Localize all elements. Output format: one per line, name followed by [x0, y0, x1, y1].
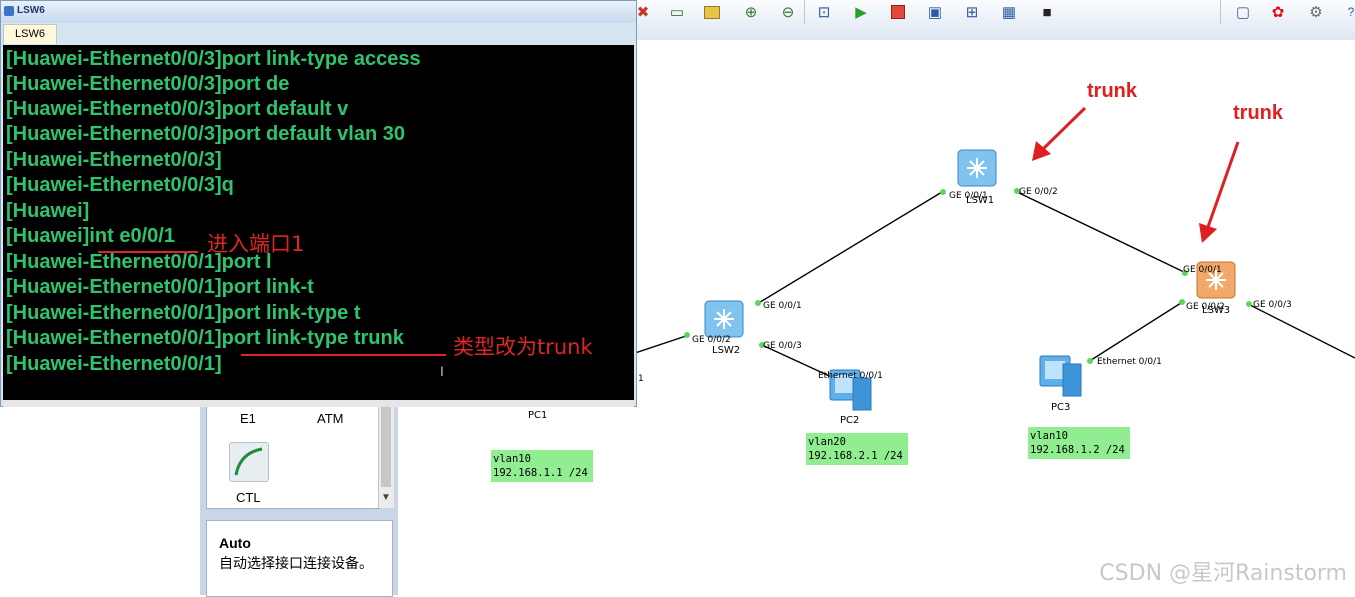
palette-scroll-thumb[interactable]: [381, 402, 391, 487]
start-device-icon[interactable]: ▶: [850, 2, 872, 22]
palette-item-atm[interactable]: ATM: [317, 411, 343, 426]
port-lsw1-ge002: GE 0/0/2: [1019, 187, 1058, 197]
port-lsw3-ge003: GE 0/0/3: [1253, 300, 1292, 310]
underline-int-command: [98, 251, 198, 253]
note-change-type: 类型改为trunk: [453, 335, 593, 359]
pc1-label: PC1: [528, 410, 548, 421]
text-comment-icon[interactable]: ▭: [666, 2, 688, 22]
device-description: Auto 自动选择接口连接设备。: [206, 520, 393, 597]
table-icon[interactable]: ▦: [998, 2, 1020, 22]
console-line: [Huawei-Ethernet0/0/3]: [6, 149, 222, 171]
console-line: [Huawei-Ethernet0/0/3]q: [6, 174, 234, 196]
switch-lsw1-icon: [957, 149, 997, 187]
capture-icon[interactable]: ▣: [924, 2, 946, 22]
console-line: [Huawei-Ethernet0/0/3]port link-type acc…: [6, 48, 421, 70]
vlan-box-pc3: vlan10 192.168.1.2 /24: [1028, 427, 1130, 459]
help-icon[interactable]: ?: [1340, 2, 1355, 22]
device-palette: E1 ATM CTL ▼ Auto 自动选择接口连接设备。: [200, 400, 398, 597]
vlan-box-pc1: vlan10 192.168.1.1 /24: [491, 450, 593, 482]
topology-icon[interactable]: ⊞: [961, 2, 983, 22]
console-line: [Huawei-Ethernet0/0/1]port link-t: [6, 276, 314, 298]
stop-device-icon[interactable]: [887, 2, 909, 22]
console-line: [Huawei-Ethernet0/0/3]port default v: [6, 98, 349, 120]
switch-lsw2-icon: [704, 300, 744, 338]
terminal-window: LSW6 LSW6 [Huawei-Ethernet0/0/3]port lin…: [0, 0, 637, 407]
port-pc3: Ethernet 0/0/1: [1097, 357, 1162, 367]
watermark: CSDN @星河Rainstorm: [1099, 561, 1347, 586]
link-lsw1-lsw3: [1016, 191, 1185, 273]
console-line: [Huawei-Ethernet0/0/1]port link-type tru…: [6, 327, 404, 349]
palette-scrollbar[interactable]: ▼: [378, 400, 394, 508]
palette-list: E1 ATM CTL: [206, 400, 380, 509]
palette-item-e1[interactable]: E1: [240, 411, 256, 426]
console-line: [Huawei-Ethernet0/0/1]port link-type t: [6, 302, 361, 324]
huawei-logo-icon[interactable]: ✿: [1267, 2, 1289, 22]
console-icon[interactable]: ■: [1036, 2, 1058, 22]
settings-icon[interactable]: ⚙: [1305, 2, 1327, 22]
fit-window-icon[interactable]: ⊡: [813, 2, 835, 22]
console-line: [Huawei-Ethernet0/0/3]port default vlan …: [6, 123, 405, 145]
pc3-label: PC3: [1051, 402, 1071, 413]
zoom-out-icon[interactable]: ⊖: [777, 2, 799, 22]
palette-item-ctl[interactable]: CTL: [236, 490, 261, 505]
underline-trunk-command: [241, 354, 446, 356]
ctl-cable-icon[interactable]: [229, 442, 269, 482]
trunk-arrow-1: [1032, 106, 1087, 161]
note-enter-port: 进入端口1: [207, 232, 305, 256]
port-pc1: 1: [638, 374, 644, 384]
link-lsw3-pc3: [1087, 302, 1182, 363]
console-line: [Huawei-Ethernet0/0/1]: [6, 353, 222, 375]
terminal-console[interactable]: [Huawei-Ethernet0/0/3]port link-type acc…: [3, 45, 634, 400]
vlan-box-pc2: vlan20 192.168.2.1 /24: [806, 433, 908, 465]
console-line: [Huawei-Ethernet0/0/3]port de: [6, 73, 290, 95]
port-lsw3-ge001: GE 0/0/1: [1183, 265, 1222, 275]
rectangle-icon[interactable]: [701, 2, 723, 22]
description-text: 自动选择接口连接设备。: [219, 555, 373, 571]
console-line: [Huawei]: [6, 200, 90, 222]
link-lsw3-right: [1247, 303, 1355, 359]
zoom-in-icon[interactable]: ⊕: [740, 2, 762, 22]
scroll-down-icon[interactable]: ▼: [381, 492, 391, 503]
trunk-annotation-2: trunk: [1233, 102, 1283, 124]
text-cursor-icon: I: [440, 363, 444, 379]
lsw2-label: LSW2: [712, 345, 741, 356]
port-lsw2-ge002: GE 0/0/2: [692, 335, 731, 345]
chat-icon[interactable]: ▢: [1232, 2, 1254, 22]
port-lsw3-ge002: GE 0/0/2: [1186, 302, 1225, 312]
port-lsw2-ge001: GE 0/0/1: [763, 301, 802, 311]
port-pc2: Ethernet 0/0/1: [818, 371, 883, 381]
terminal-titlebar[interactable]: LSW6: [1, 1, 636, 23]
port-lsw1-ge001: GE 0/0/1: [949, 191, 988, 201]
pc2-label: PC2: [840, 415, 860, 426]
terminal-app-icon: [4, 6, 14, 16]
trunk-arrow-2: [1199, 141, 1240, 243]
port-lsw2-ge003: GE 0/0/3: [763, 341, 802, 351]
pc3-icon: [1039, 355, 1082, 397]
terminal-hscrollbar[interactable]: [3, 400, 634, 407]
description-title: Auto: [219, 535, 251, 551]
trunk-annotation-1: trunk: [1087, 80, 1137, 102]
terminal-title: LSW6: [17, 5, 45, 16]
link-lsw1-lsw2: [756, 191, 943, 305]
terminal-tab[interactable]: LSW6: [3, 24, 57, 44]
console-line: [Huawei]int e0/0/1: [6, 225, 175, 247]
